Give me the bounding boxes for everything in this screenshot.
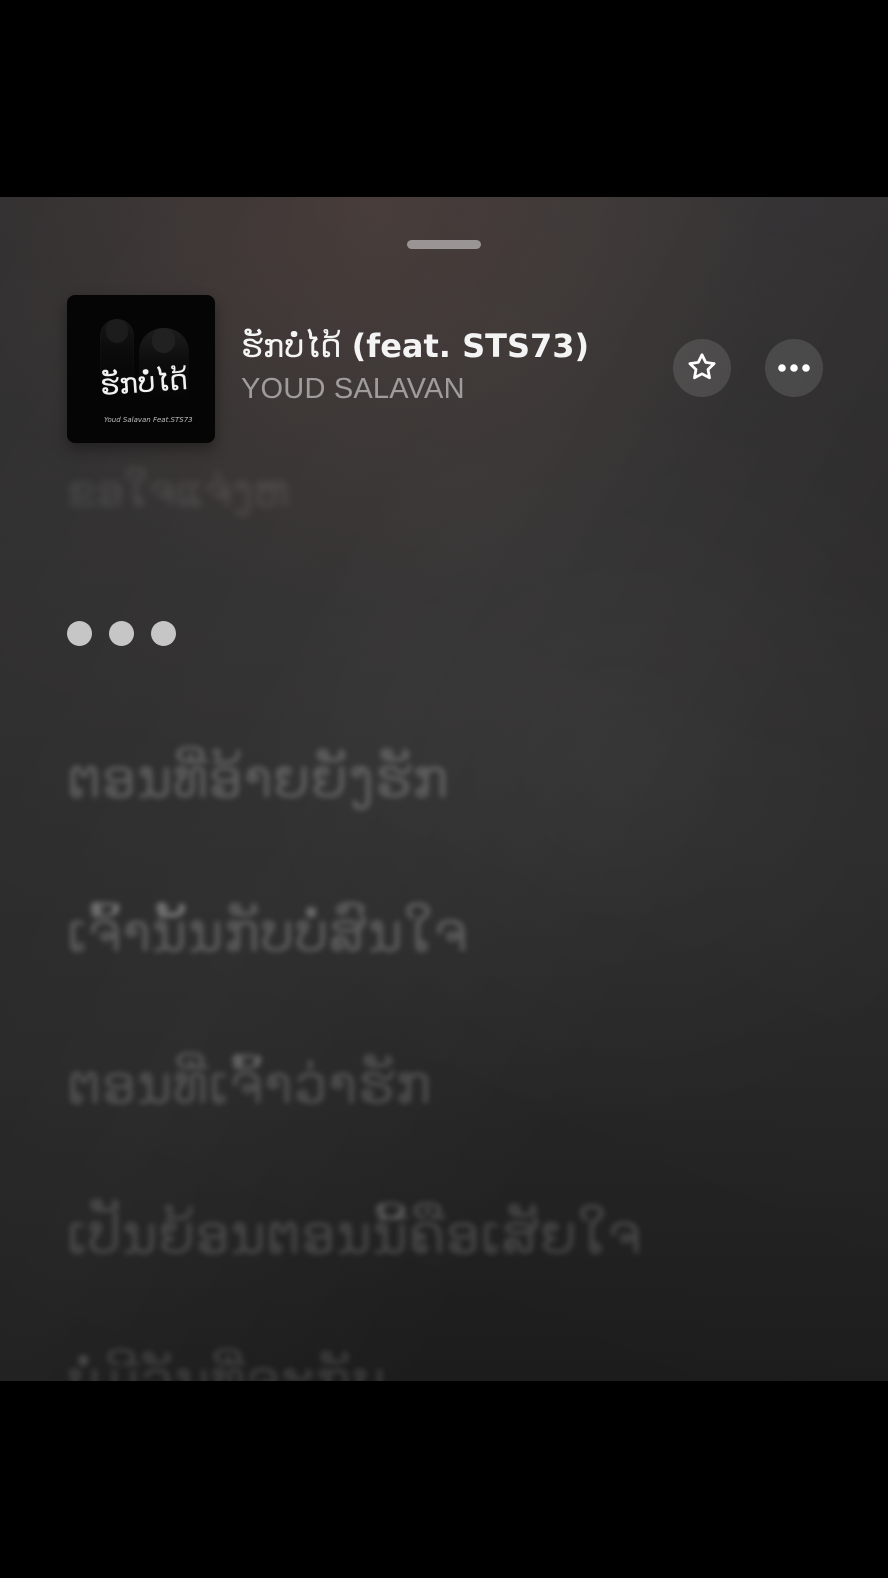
lyric-line[interactable]: ເຈົ້ານັ້ນກັບບໍ່ສົນໃຈ <box>67 901 468 964</box>
indicator-dot <box>109 621 134 646</box>
sheet-grabber[interactable] <box>407 240 481 249</box>
star-icon <box>685 351 719 385</box>
lyric-line[interactable]: ບໍ່ມີວັນທີ່ຈະກັບ <box>67 1349 386 1381</box>
lyrics-list[interactable]: ຂອໃຈແຈ່ງຫ ຕອນທີ່ອ້າຍຍັງຮັກ ເຈົ້ານັ້ນກັບບ… <box>67 459 827 1381</box>
lyric-line[interactable]: ເປັນຍ້ອນຕອນນີ້ຄືອເສັຍໃຈ <box>67 1203 642 1266</box>
more-options-button[interactable] <box>765 339 823 397</box>
artwork-title: ຮັກບໍ່ໄດ້ <box>98 362 189 403</box>
bottom-black-area <box>0 1381 888 1578</box>
lyric-line[interactable]: ຕອນທີ່ອ້າຍຍັງຮັກ <box>67 747 449 810</box>
ellipsis-icon <box>777 363 811 373</box>
song-title[interactable]: ຮັກບໍ່ໄດ້ (feat. STS73) <box>241 326 589 366</box>
now-playing-header: ຮັກບໍ່ໄດ້ Youd Salavan Feat.STS73 ຮັກບໍ່… <box>67 295 825 445</box>
indicator-dot <box>67 621 92 646</box>
lyric-line[interactable]: ຕອນທີ່ເຈົ້າວ່າຮັກ <box>67 1053 432 1116</box>
artwork-subtitle: Youd Salavan Feat.STS73 <box>104 416 193 424</box>
indicator-dot <box>151 621 176 646</box>
favorite-button[interactable] <box>673 339 731 397</box>
lyrics-waiting-indicator <box>67 621 177 647</box>
lyrics-sheet: ຮັກບໍ່ໄດ້ Youd Salavan Feat.STS73 ຮັກບໍ່… <box>0 197 888 1381</box>
artist-name[interactable]: YOUD SALAVAN <box>241 372 465 406</box>
previous-lyric-line: ຂອໃຈແຈ່ງຫ <box>67 467 290 517</box>
album-artwork[interactable]: ຮັກບໍ່ໄດ້ Youd Salavan Feat.STS73 <box>67 295 215 443</box>
song-title-feature: (feat. STS73) <box>351 327 590 365</box>
song-title-lao: ຮັກບໍ່ໄດ້ <box>241 327 342 365</box>
